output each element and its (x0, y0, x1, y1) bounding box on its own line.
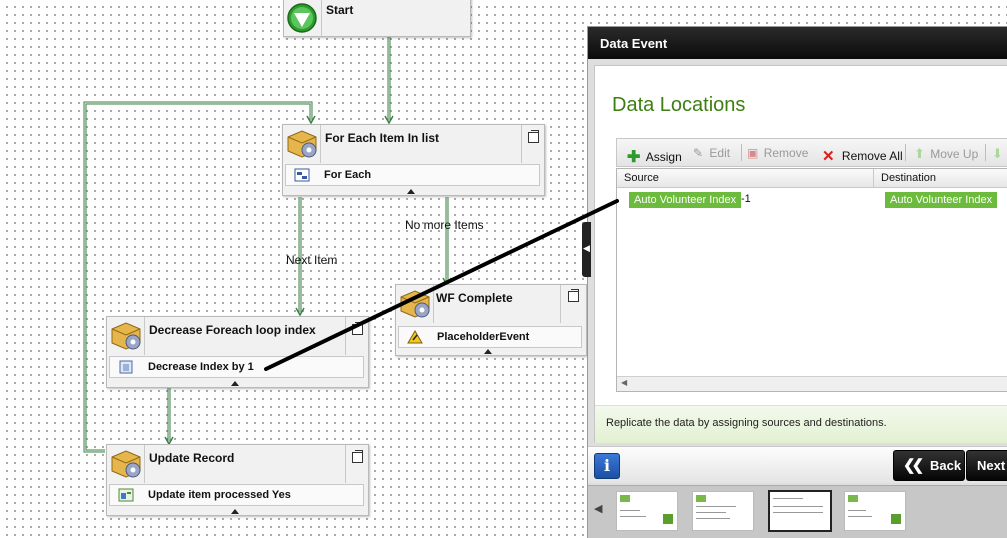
annotation-line (264, 199, 619, 371)
